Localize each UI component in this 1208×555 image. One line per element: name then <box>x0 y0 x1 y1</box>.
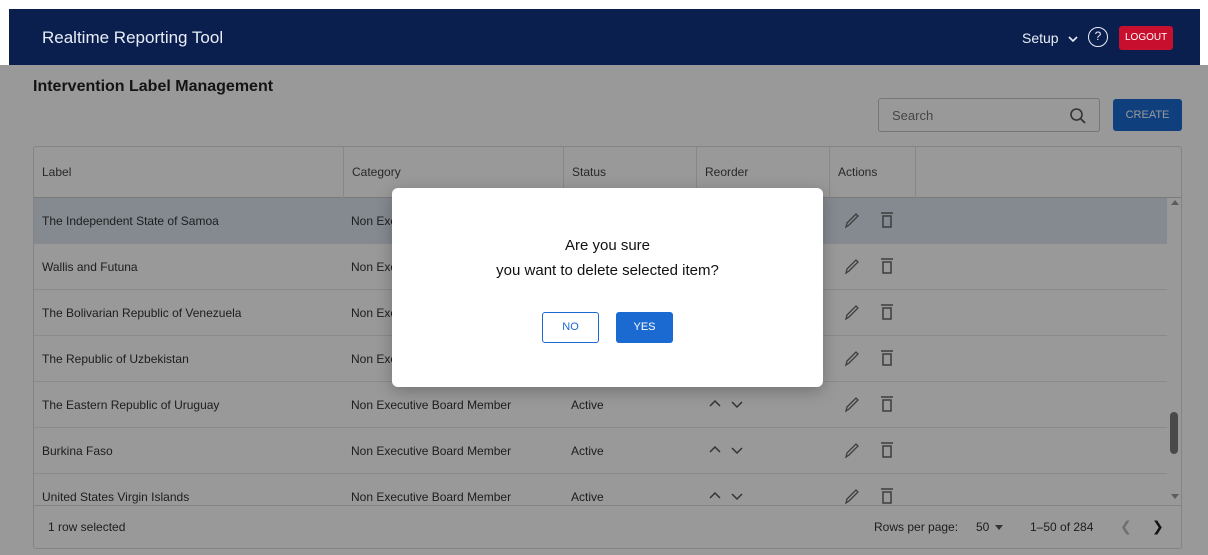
setup-label: Setup <box>1022 30 1059 46</box>
help-icon[interactable]: ? <box>1088 27 1108 47</box>
no-button[interactable]: NO <box>542 312 599 343</box>
delete-confirm-dialog: Are you sure you want to delete selected… <box>392 188 823 387</box>
app-title: Realtime Reporting Tool <box>42 28 224 47</box>
top-navigation-bar: Realtime Reporting Tool Setup ? LOGOUT <box>9 9 1200 65</box>
logout-button[interactable]: LOGOUT <box>1119 26 1174 50</box>
chevron-down-icon <box>1068 34 1079 46</box>
dialog-message-line2: you want to delete selected item? <box>496 262 719 279</box>
yes-button[interactable]: YES <box>616 312 673 343</box>
setup-menu[interactable]: Setup <box>1022 30 1079 46</box>
dialog-message-line1: Are you sure <box>564 237 651 254</box>
